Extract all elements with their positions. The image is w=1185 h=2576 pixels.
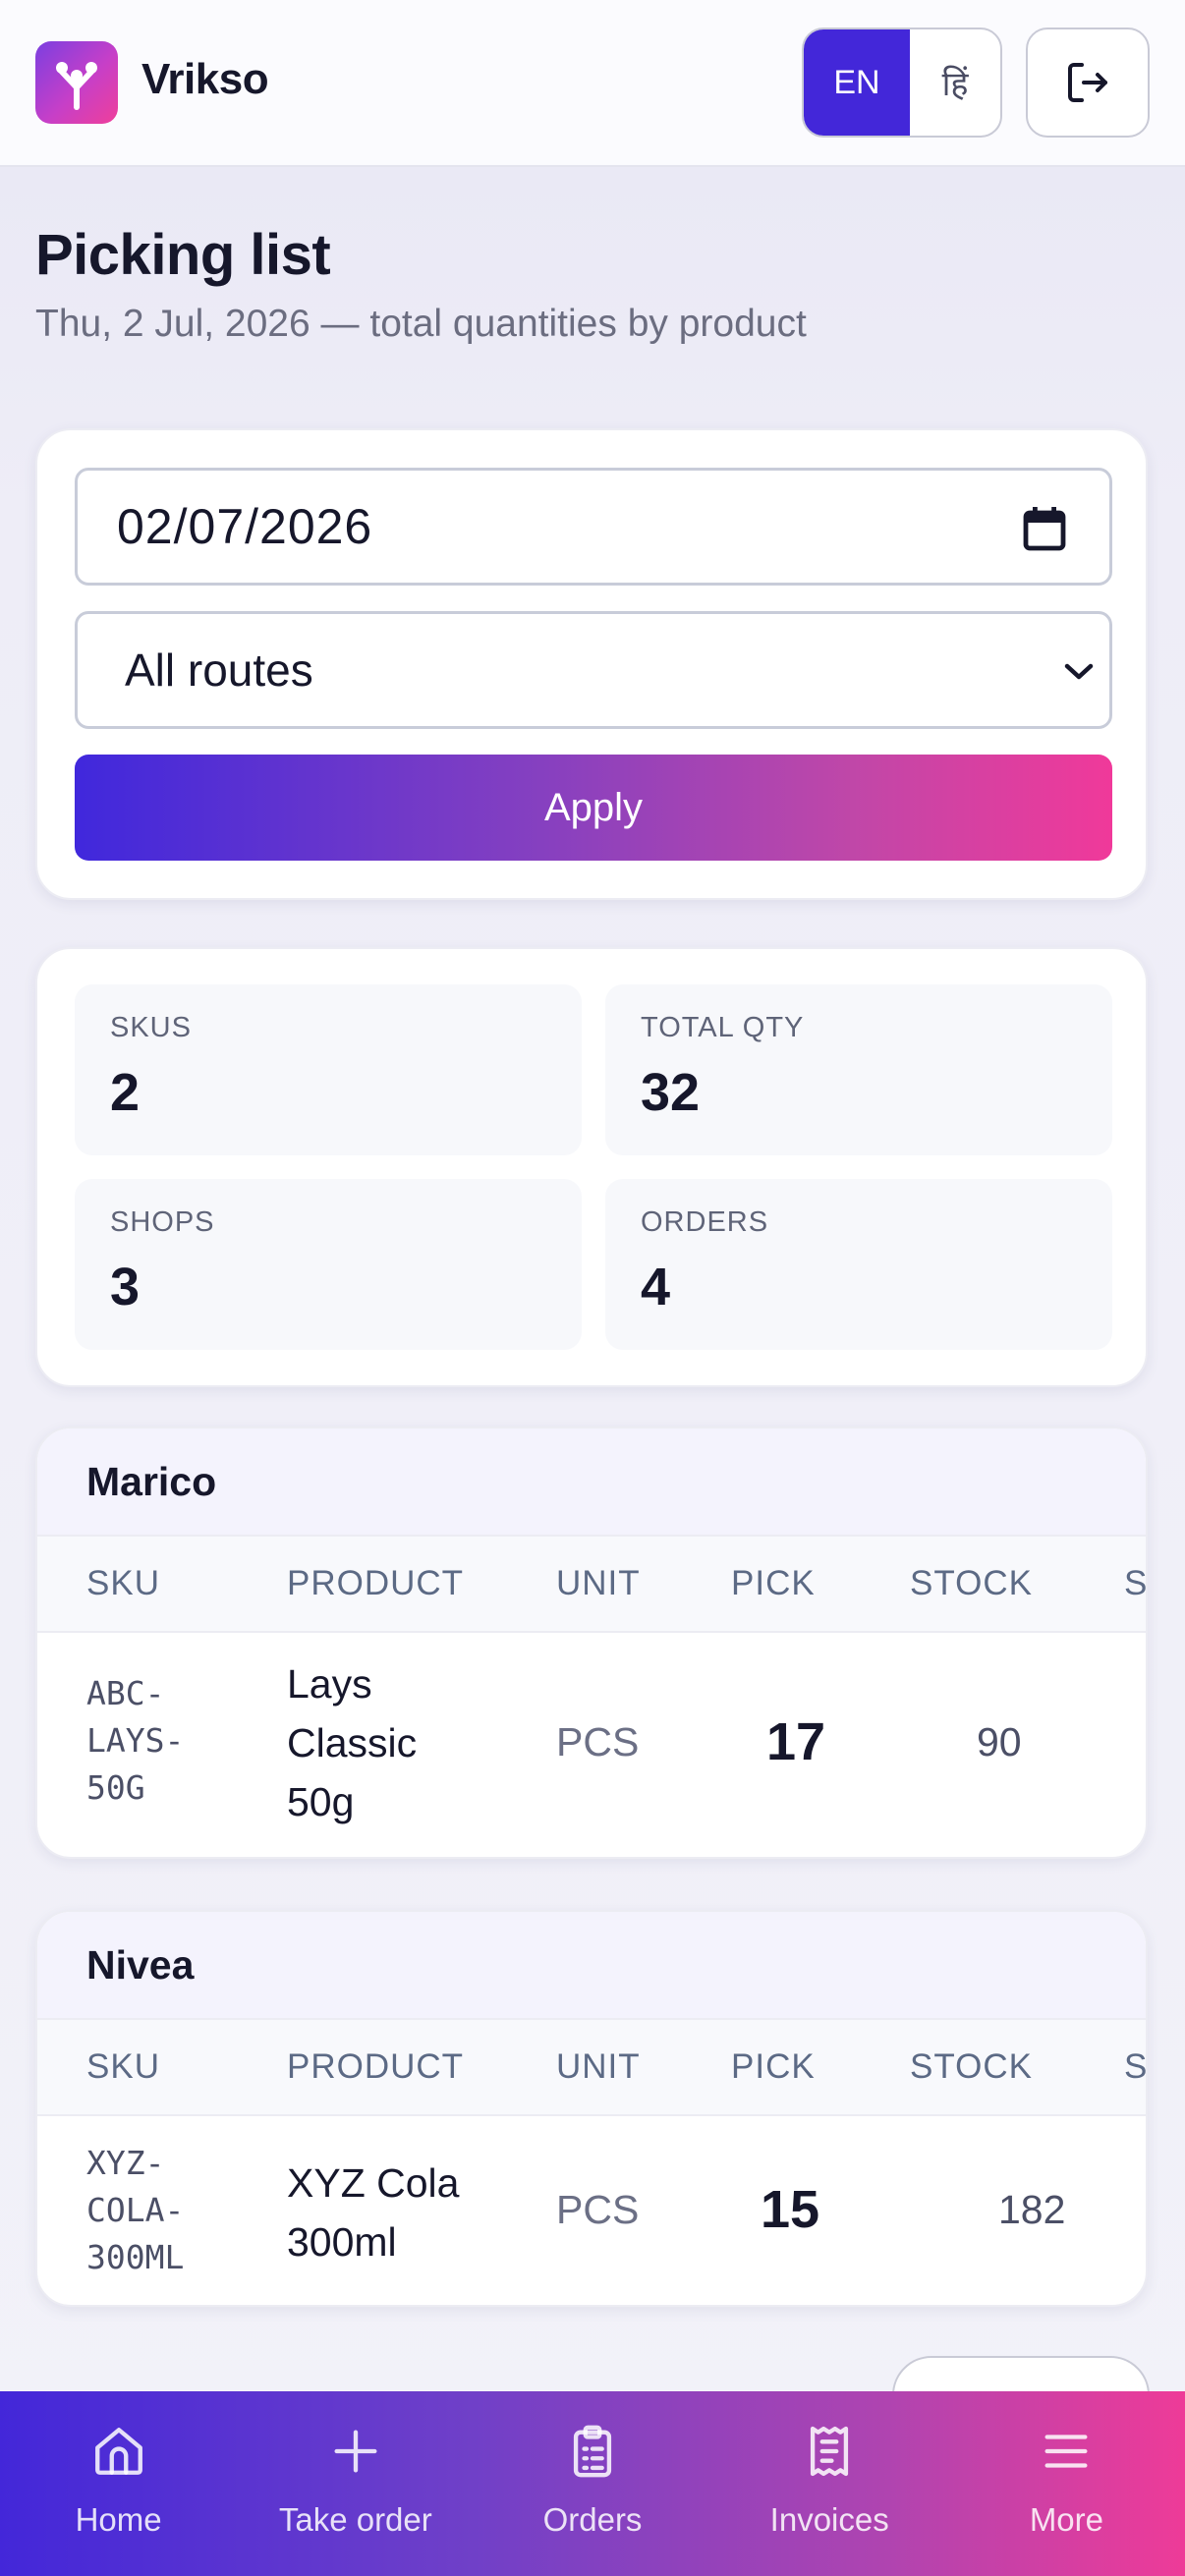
menu-icon — [1044, 2435, 1088, 2468]
sku-line: ABC- — [86, 1674, 165, 1712]
stat-label: ORDERS — [641, 1206, 769, 1238]
row-product: XYZ Cola 300ml — [287, 2154, 459, 2271]
summary-stats-card: SKUS 2 TOTAL QTY 32 SHOPS 3 ORDERS 4 — [35, 947, 1148, 1387]
date-value: 02/07/2026 — [117, 499, 373, 554]
row-product: Lays Classic 50g — [287, 1654, 417, 1831]
stat-label: SHOPS — [110, 1206, 215, 1238]
chevron-down-icon — [1064, 663, 1094, 680]
col-pick: PICK — [731, 2047, 816, 2086]
brand-group-nivea: Nivea SKU PRODUCT UNIT PICK STOCK S XYZ-… — [35, 1910, 1148, 2307]
nav-label: Home — [75, 2501, 162, 2538]
row-sku: XYZ- COLA- 300ML — [86, 2140, 184, 2281]
nav-orders[interactable]: Orders — [474, 2391, 710, 2576]
col-sku: SKU — [86, 2047, 160, 2086]
stat-total-qty: TOTAL QTY 32 — [605, 984, 1112, 1155]
table-header: SKU PRODUCT UNIT PICK STOCK S — [37, 2020, 1146, 2116]
nav-invoices[interactable]: Invoices — [711, 2391, 948, 2576]
stat-label: TOTAL QTY — [641, 1012, 805, 1043]
col-stock: STOCK — [910, 1564, 1033, 1602]
nav-home[interactable]: Home — [0, 2391, 237, 2576]
row-unit: PCS — [556, 2187, 640, 2232]
filter-card: 02/07/2026 All routes Apply — [35, 428, 1148, 900]
col-pick: PICK — [731, 1564, 816, 1602]
row-sku: ABC- LAYS- 50G — [86, 1670, 184, 1812]
row-pick: 15 — [761, 2180, 820, 2239]
lang-en-button[interactable]: EN — [804, 29, 910, 136]
sku-line: 300ML — [86, 2238, 185, 2276]
col-sku: SKU — [86, 1564, 160, 1602]
col-unit: UNIT — [556, 1564, 641, 1602]
row-stock: 182 — [998, 2187, 1066, 2232]
brand-name: Nivea — [37, 1912, 1146, 2020]
product-line: Classic — [287, 1720, 418, 1765]
stat-value: 4 — [641, 1258, 671, 1316]
col-more: S — [1124, 1564, 1148, 1602]
page-title: Picking list — [35, 223, 331, 287]
date-input[interactable]: 02/07/2026 — [75, 468, 1112, 586]
top-bar: Vrikso EN हिं — [0, 0, 1185, 167]
product-line: 50g — [287, 1779, 355, 1824]
nav-take-order[interactable]: Take order — [237, 2391, 474, 2576]
page-subtitle: Thu, 2 Jul, 2026 — total quantities by p… — [35, 303, 807, 345]
language-toggle: EN हिं — [802, 28, 1002, 138]
table-row: ABC- LAYS- 50G Lays Classic 50g PCS 17 9… — [37, 1633, 1146, 1857]
col-more: S — [1124, 2047, 1148, 2086]
product-line: 300ml — [287, 2219, 397, 2265]
calendar-icon[interactable] — [1023, 506, 1066, 551]
col-product: PRODUCT — [287, 2047, 465, 2086]
app-logo-icon — [35, 41, 118, 124]
logout-button[interactable] — [1026, 28, 1150, 138]
row-pick: 17 — [766, 1712, 826, 1771]
nav-label: Orders — [542, 2501, 643, 2538]
col-product: PRODUCT — [287, 1564, 465, 1602]
row-unit: PCS — [556, 1719, 640, 1764]
row-stock: 90 — [977, 1719, 1022, 1764]
stat-orders: ORDERS 4 — [605, 1179, 1112, 1350]
sku-line: XYZ- — [86, 2144, 165, 2182]
stat-value: 32 — [641, 1063, 701, 1122]
nav-label: Invoices — [769, 2501, 889, 2538]
stat-value: 3 — [110, 1258, 141, 1316]
apply-button[interactable]: Apply — [75, 755, 1112, 861]
lang-hi-button[interactable]: हिं — [910, 29, 1000, 136]
home-icon — [94, 2428, 142, 2475]
table-header: SKU PRODUCT UNIT PICK STOCK S — [37, 1537, 1146, 1633]
stat-skus: SKUS 2 — [75, 984, 582, 1155]
bottom-nav: Home Take order Orders Invoices More — [0, 2391, 1185, 2576]
sku-line: 50G — [86, 1768, 145, 1807]
route-select-value: All routes — [125, 644, 313, 696]
nav-more[interactable]: More — [948, 2391, 1185, 2576]
logout-icon — [1068, 63, 1107, 102]
sku-line: LAYS- — [86, 1721, 185, 1760]
table-row: XYZ- COLA- 300ML XYZ Cola 300ml PCS 15 1… — [37, 2116, 1146, 2305]
route-select[interactable]: All routes — [75, 611, 1112, 729]
stat-label: SKUS — [110, 1012, 192, 1043]
stat-shops: SHOPS 3 — [75, 1179, 582, 1350]
brand-name: Marico — [37, 1428, 1146, 1537]
product-line: Lays — [287, 1661, 372, 1707]
plus-icon — [334, 2430, 377, 2473]
nav-label: Take order — [278, 2501, 432, 2538]
col-unit: UNIT — [556, 2047, 641, 2086]
product-line: XYZ Cola — [287, 2160, 460, 2206]
app-name: Vrikso — [141, 55, 269, 103]
stat-value: 2 — [110, 1063, 141, 1122]
brand-group-marico: Marico SKU PRODUCT UNIT PICK STOCK S ABC… — [35, 1427, 1148, 1859]
col-stock: STOCK — [910, 2047, 1033, 2086]
nav-label: More — [1029, 2501, 1103, 2538]
sku-line: COLA- — [86, 2191, 185, 2229]
receipt-icon — [811, 2426, 849, 2477]
clipboard-icon — [573, 2425, 612, 2478]
